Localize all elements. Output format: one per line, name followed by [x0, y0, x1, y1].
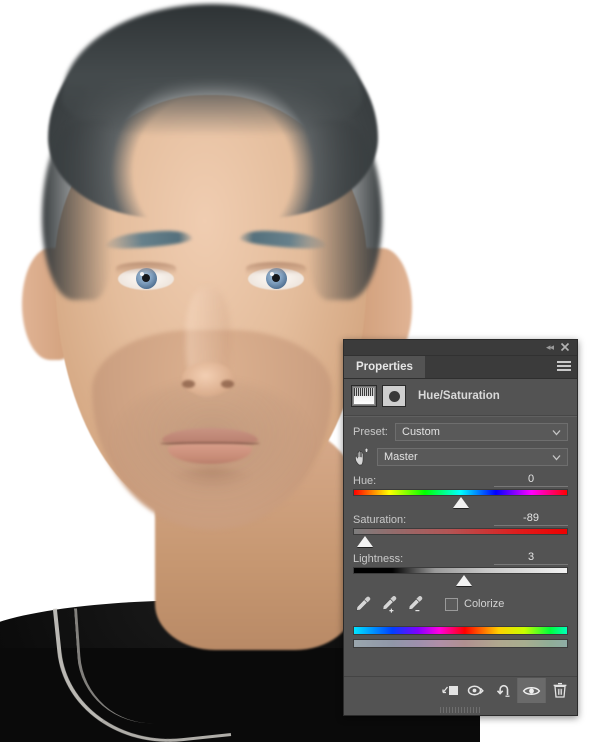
lightness-slider-block: Lightness: 3: [353, 551, 568, 587]
tab-properties[interactable]: Properties: [344, 356, 425, 378]
chevron-down-icon: [552, 453, 561, 462]
photo-hair-top: [62, 4, 362, 136]
channel-row: Master: [353, 448, 568, 466]
chevron-down-icon: [552, 428, 561, 437]
properties-panel: ◂◂ Properties Hue/Saturation Preset: Cus…: [343, 339, 578, 716]
saturation-value: -89: [523, 512, 539, 524]
photo-eyelid-right: [246, 262, 306, 274]
channel-select[interactable]: Master: [377, 448, 568, 466]
preset-row: Preset: Custom: [353, 423, 568, 441]
tools-row: Colorize: [353, 591, 568, 617]
panel-footer: [344, 676, 577, 704]
close-icon[interactable]: [559, 341, 571, 353]
eyedropper-subtract-icon[interactable]: [405, 594, 427, 614]
result-color-gradient-bar[interactable]: [353, 639, 568, 648]
hue-track-wrap[interactable]: [353, 489, 568, 509]
clip-to-layer-button[interactable]: [436, 678, 463, 703]
hue-value: 0: [527, 473, 535, 485]
eyedropper-icon[interactable]: [353, 594, 375, 614]
adjustment-title-row: Hue/Saturation: [344, 379, 577, 413]
saturation-gradient-track[interactable]: [353, 528, 568, 535]
view-previous-state-button[interactable]: [463, 678, 490, 703]
photo-hair-left: [42, 120, 112, 300]
saturation-slider-block: Saturation: -89: [353, 512, 568, 548]
photo-eyelid-left: [116, 262, 176, 274]
preset-select-value: Custom: [402, 426, 440, 438]
channel-select-value: Master: [384, 451, 418, 463]
panel-resize-grip[interactable]: [439, 707, 482, 713]
collapse-to-icons-icon[interactable]: ◂◂: [546, 342, 554, 353]
colorize-checkbox[interactable]: Colorize: [445, 597, 505, 611]
photo-chin-shadow: [170, 468, 254, 490]
panel-titlebar: ◂◂: [344, 340, 577, 356]
colorize-label: Colorize: [464, 598, 505, 610]
saturation-slider-thumb[interactable]: [356, 536, 373, 547]
hue-gradient-track[interactable]: [353, 489, 568, 496]
hue-range-gradient-bar[interactable]: [353, 626, 568, 635]
screenshot-root: ◂◂ Properties Hue/Saturation Preset: Cus…: [0, 0, 600, 742]
lightness-gradient-track[interactable]: [353, 567, 568, 574]
hue-slider-block: Hue: 0: [353, 473, 568, 509]
saturation-track-wrap[interactable]: [353, 528, 568, 548]
lightness-slider-thumb[interactable]: [455, 575, 472, 586]
range-bars: [353, 626, 568, 648]
photo-nostril-right: [221, 380, 234, 388]
hue-saturation-adjustment-icon[interactable]: [351, 385, 377, 407]
targeted-adjustment-hand-icon[interactable]: [353, 448, 377, 466]
photo-nostril-left: [182, 380, 195, 388]
reset-button[interactable]: [490, 678, 517, 703]
hue-slider-label: Hue:: [353, 475, 377, 487]
page-title: Hue/Saturation: [418, 390, 500, 402]
preset-label: Preset:: [353, 426, 388, 438]
tab-properties-label: Properties: [356, 361, 413, 373]
panel-body: Preset: Custom Master Hue: 0 Saturation:…: [344, 417, 577, 648]
saturation-slider-label: Saturation:: [353, 514, 407, 526]
hue-value-field[interactable]: 0: [494, 473, 568, 487]
lightness-value-field[interactable]: 3: [494, 551, 568, 565]
panel-tabbar: Properties: [344, 356, 577, 379]
hue-slider-thumb[interactable]: [452, 497, 469, 508]
layer-mask-thumbnail-icon[interactable]: [382, 385, 406, 407]
lightness-track-wrap[interactable]: [353, 567, 568, 587]
photo-nose-tip: [182, 362, 234, 396]
colorize-checkbox-box[interactable]: [445, 597, 458, 611]
delete-layer-button[interactable]: [545, 678, 573, 703]
panel-menu-icon[interactable]: [557, 361, 571, 373]
preset-select[interactable]: Custom: [395, 423, 568, 441]
lightness-value: 3: [527, 551, 535, 563]
eyedropper-add-icon[interactable]: [379, 594, 401, 614]
toggle-layer-visibility-button[interactable]: [517, 678, 545, 703]
lightness-slider-label: Lightness:: [353, 553, 404, 565]
saturation-value-field[interactable]: -89: [494, 512, 568, 526]
